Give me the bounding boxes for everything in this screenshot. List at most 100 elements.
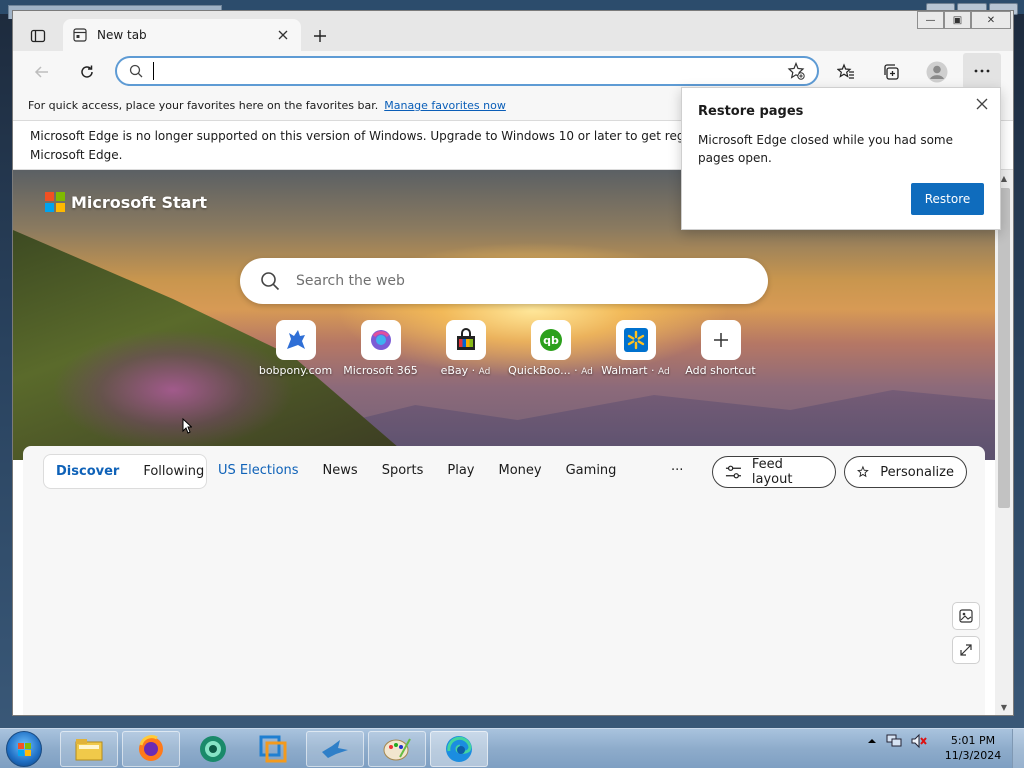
shortcut-walmart[interactable]: Walmart · Ad <box>593 320 678 377</box>
maximize-button[interactable]: ▣ <box>944 11 971 29</box>
app-bird-icon <box>322 740 348 758</box>
show-hidden-icons-icon[interactable] <box>866 735 878 747</box>
taskbar-firefox[interactable] <box>122 731 180 767</box>
refresh-button[interactable] <box>74 59 100 85</box>
paint-icon <box>383 738 411 761</box>
news-feed-panel: Discover Following US Elections News Spo… <box>23 446 985 715</box>
profile-button[interactable] <box>924 59 950 85</box>
taskbar-edge[interactable] <box>430 731 488 767</box>
shortcut-label: bobpony.com <box>258 364 333 377</box>
shortcut-label: Microsoft 365 <box>343 364 418 377</box>
windows-taskbar: 5:01 PM 11/3/2024 <box>0 728 1024 768</box>
minimize-button[interactable]: — <box>917 11 944 29</box>
manage-favorites-link[interactable]: Manage favorites now <box>384 99 506 112</box>
shortcut-label: eBay <box>440 364 469 377</box>
background-image-button[interactable] <box>952 602 980 630</box>
navigation-toolbar <box>13 51 1013 91</box>
browser-window: New tab — ▣ ✕ For quick access, place yo… <box>12 10 1014 716</box>
taskbar-file-explorer[interactable] <box>60 731 118 767</box>
address-input[interactable] <box>153 62 787 80</box>
firefox-icon <box>139 735 163 761</box>
edge-icon <box>446 736 472 762</box>
favorites-bar-message: For quick access, place your favorites h… <box>28 99 379 112</box>
popup-message: Microsoft Edge closed while you had some… <box>698 133 953 165</box>
sparkle-star-icon <box>857 465 869 478</box>
microsoft-logo-icon <box>45 192 65 212</box>
feed-tab-group: Discover Following <box>43 454 207 489</box>
app-green-icon <box>200 736 226 762</box>
tab-actions-button[interactable] <box>27 25 49 47</box>
scrollbar-thumb[interactable] <box>998 188 1010 508</box>
address-bar[interactable] <box>115 56 819 86</box>
web-search-box[interactable]: Search the web <box>240 258 768 304</box>
tab-close-icon[interactable] <box>275 27 291 43</box>
tab-title: New tab <box>97 28 147 42</box>
taskbar-paint[interactable] <box>368 731 426 767</box>
system-tray <box>866 733 928 749</box>
favorites-button[interactable] <box>833 59 859 85</box>
new-tab-page-icon <box>73 28 87 42</box>
tab-new-tab[interactable]: New tab <box>63 19 301 51</box>
ebay-icon <box>456 328 475 350</box>
shortcut-label: QuickBoo... <box>508 364 571 377</box>
vertical-scrollbar[interactable]: ▲ ▼ <box>995 170 1013 715</box>
avatar-icon <box>926 61 948 83</box>
search-placeholder: Search the web <box>296 273 405 289</box>
plus-icon <box>314 30 326 42</box>
shortcut-bobpony[interactable]: bobpony.com <box>253 320 338 377</box>
svg-text:qb: qb <box>543 334 559 347</box>
personalize-button[interactable]: Personalize <box>844 456 967 488</box>
restore-button[interactable]: Restore <box>911 183 984 215</box>
show-desktop-button[interactable] <box>1012 729 1024 768</box>
tab-strip: New tab — ▣ ✕ <box>13 11 1013 51</box>
scroll-down-arrow-icon[interactable]: ▼ <box>995 699 1013 715</box>
file-explorer-icon <box>75 739 103 761</box>
restore-pages-popup: Restore pages Microsoft Edge closed whil… <box>681 87 1001 230</box>
feed-layout-button[interactable]: Feed layout <box>712 456 836 488</box>
category-sports[interactable]: Sports <box>382 463 424 478</box>
system-clock[interactable]: 5:01 PM 11/3/2024 <box>940 733 1006 763</box>
taskbar-app-green[interactable] <box>184 731 242 767</box>
shortcut-quickbooks[interactable]: qb QuickBoo... · Ad <box>508 320 593 377</box>
shortcut-ebay[interactable]: eBay · Ad <box>423 320 508 377</box>
close-icon[interactable] <box>974 96 990 112</box>
image-icon <box>959 609 973 623</box>
collections-button[interactable] <box>878 59 904 85</box>
settings-more-button[interactable] <box>963 53 1001 89</box>
search-icon <box>129 64 143 78</box>
expand-icon <box>960 644 972 656</box>
popup-title: Restore pages <box>698 104 804 119</box>
category-gaming[interactable]: Gaming <box>566 463 617 478</box>
network-icon[interactable] <box>886 733 904 749</box>
bobpony-icon <box>286 330 305 349</box>
mouse-cursor-icon <box>182 418 192 434</box>
quickbooks-icon: qb <box>539 329 562 351</box>
category-news[interactable]: News <box>323 463 358 478</box>
clock-date: 11/3/2024 <box>944 749 1002 762</box>
category-us-elections[interactable]: US Elections <box>218 463 299 478</box>
category-money[interactable]: Money <box>499 463 542 478</box>
close-window-button[interactable]: ✕ <box>971 11 1011 29</box>
back-button[interactable] <box>29 59 55 85</box>
favorites-icon <box>837 63 854 79</box>
expand-button[interactable] <box>952 636 980 664</box>
tab-following[interactable]: Following <box>131 464 216 479</box>
search-icon <box>261 272 280 291</box>
shortcut-add[interactable]: Add shortcut <box>678 320 763 377</box>
microsoft-start-brand[interactable]: Microsoft Start <box>45 192 207 212</box>
add-favorite-icon[interactable] <box>787 62 805 80</box>
volume-muted-icon[interactable] <box>910 733 928 749</box>
taskbar-app-bird[interactable] <box>306 731 364 767</box>
start-button[interactable] <box>6 731 42 767</box>
tab-discover[interactable]: Discover <box>44 464 131 479</box>
quick-links: bobpony.com Microsoft 365 eBay · Ad qb Q… <box>253 320 763 377</box>
new-tab-button[interactable] <box>309 25 331 47</box>
category-play[interactable]: Play <box>447 463 474 478</box>
feed-layout-label: Feed layout <box>751 457 793 487</box>
brand-name: Microsoft Start <box>71 192 207 212</box>
collections-icon <box>884 64 899 80</box>
taskbar-app-window[interactable] <box>244 731 302 767</box>
more-dots-icon <box>974 69 990 73</box>
shortcut-microsoft-365[interactable]: Microsoft 365 <box>338 320 423 377</box>
more-categories-button[interactable]: ··· <box>671 463 683 478</box>
